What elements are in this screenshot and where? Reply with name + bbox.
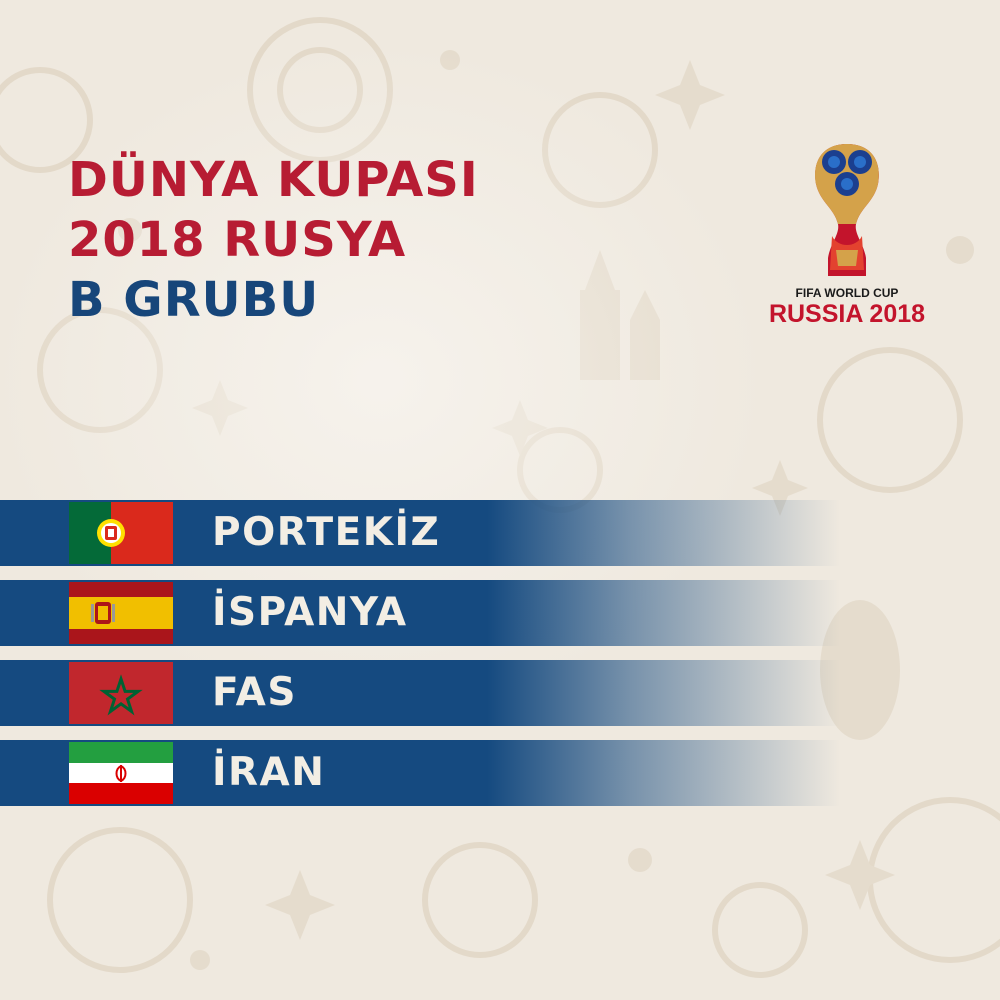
- team-name: FAS: [212, 670, 297, 715]
- team-name: İRAN: [212, 750, 326, 795]
- world-cup-trophy-icon: [815, 144, 879, 276]
- morocco-flag-icon: [69, 662, 173, 724]
- portugal-flag-icon: [69, 502, 173, 564]
- title-line-1: DÜNYA KUPASI: [68, 152, 479, 208]
- iran-flag-icon: [69, 742, 173, 804]
- team-row-spain: İSPANYA: [0, 580, 840, 646]
- world-cup-logo: FIFA WORLD CUP RUSSIA 2018: [752, 140, 942, 340]
- team-row-morocco: FAS: [0, 660, 840, 726]
- team-row-portugal: PORTEKİZ: [0, 500, 840, 566]
- team-row-iran: İRAN: [0, 740, 840, 806]
- title-line-2: 2018 RUSYA: [68, 212, 407, 268]
- team-name: İSPANYA: [212, 590, 408, 635]
- page-title: DÜNYA KUPASI 2018 RUSYA B GRUBU: [68, 150, 479, 330]
- logo-subtitle: FIFA WORLD CUP: [795, 286, 899, 300]
- spain-flag-icon: [69, 582, 173, 644]
- logo-title: RUSSIA 2018: [768, 300, 926, 328]
- title-line-3: B GRUBU: [68, 272, 320, 328]
- team-name: PORTEKİZ: [212, 510, 441, 555]
